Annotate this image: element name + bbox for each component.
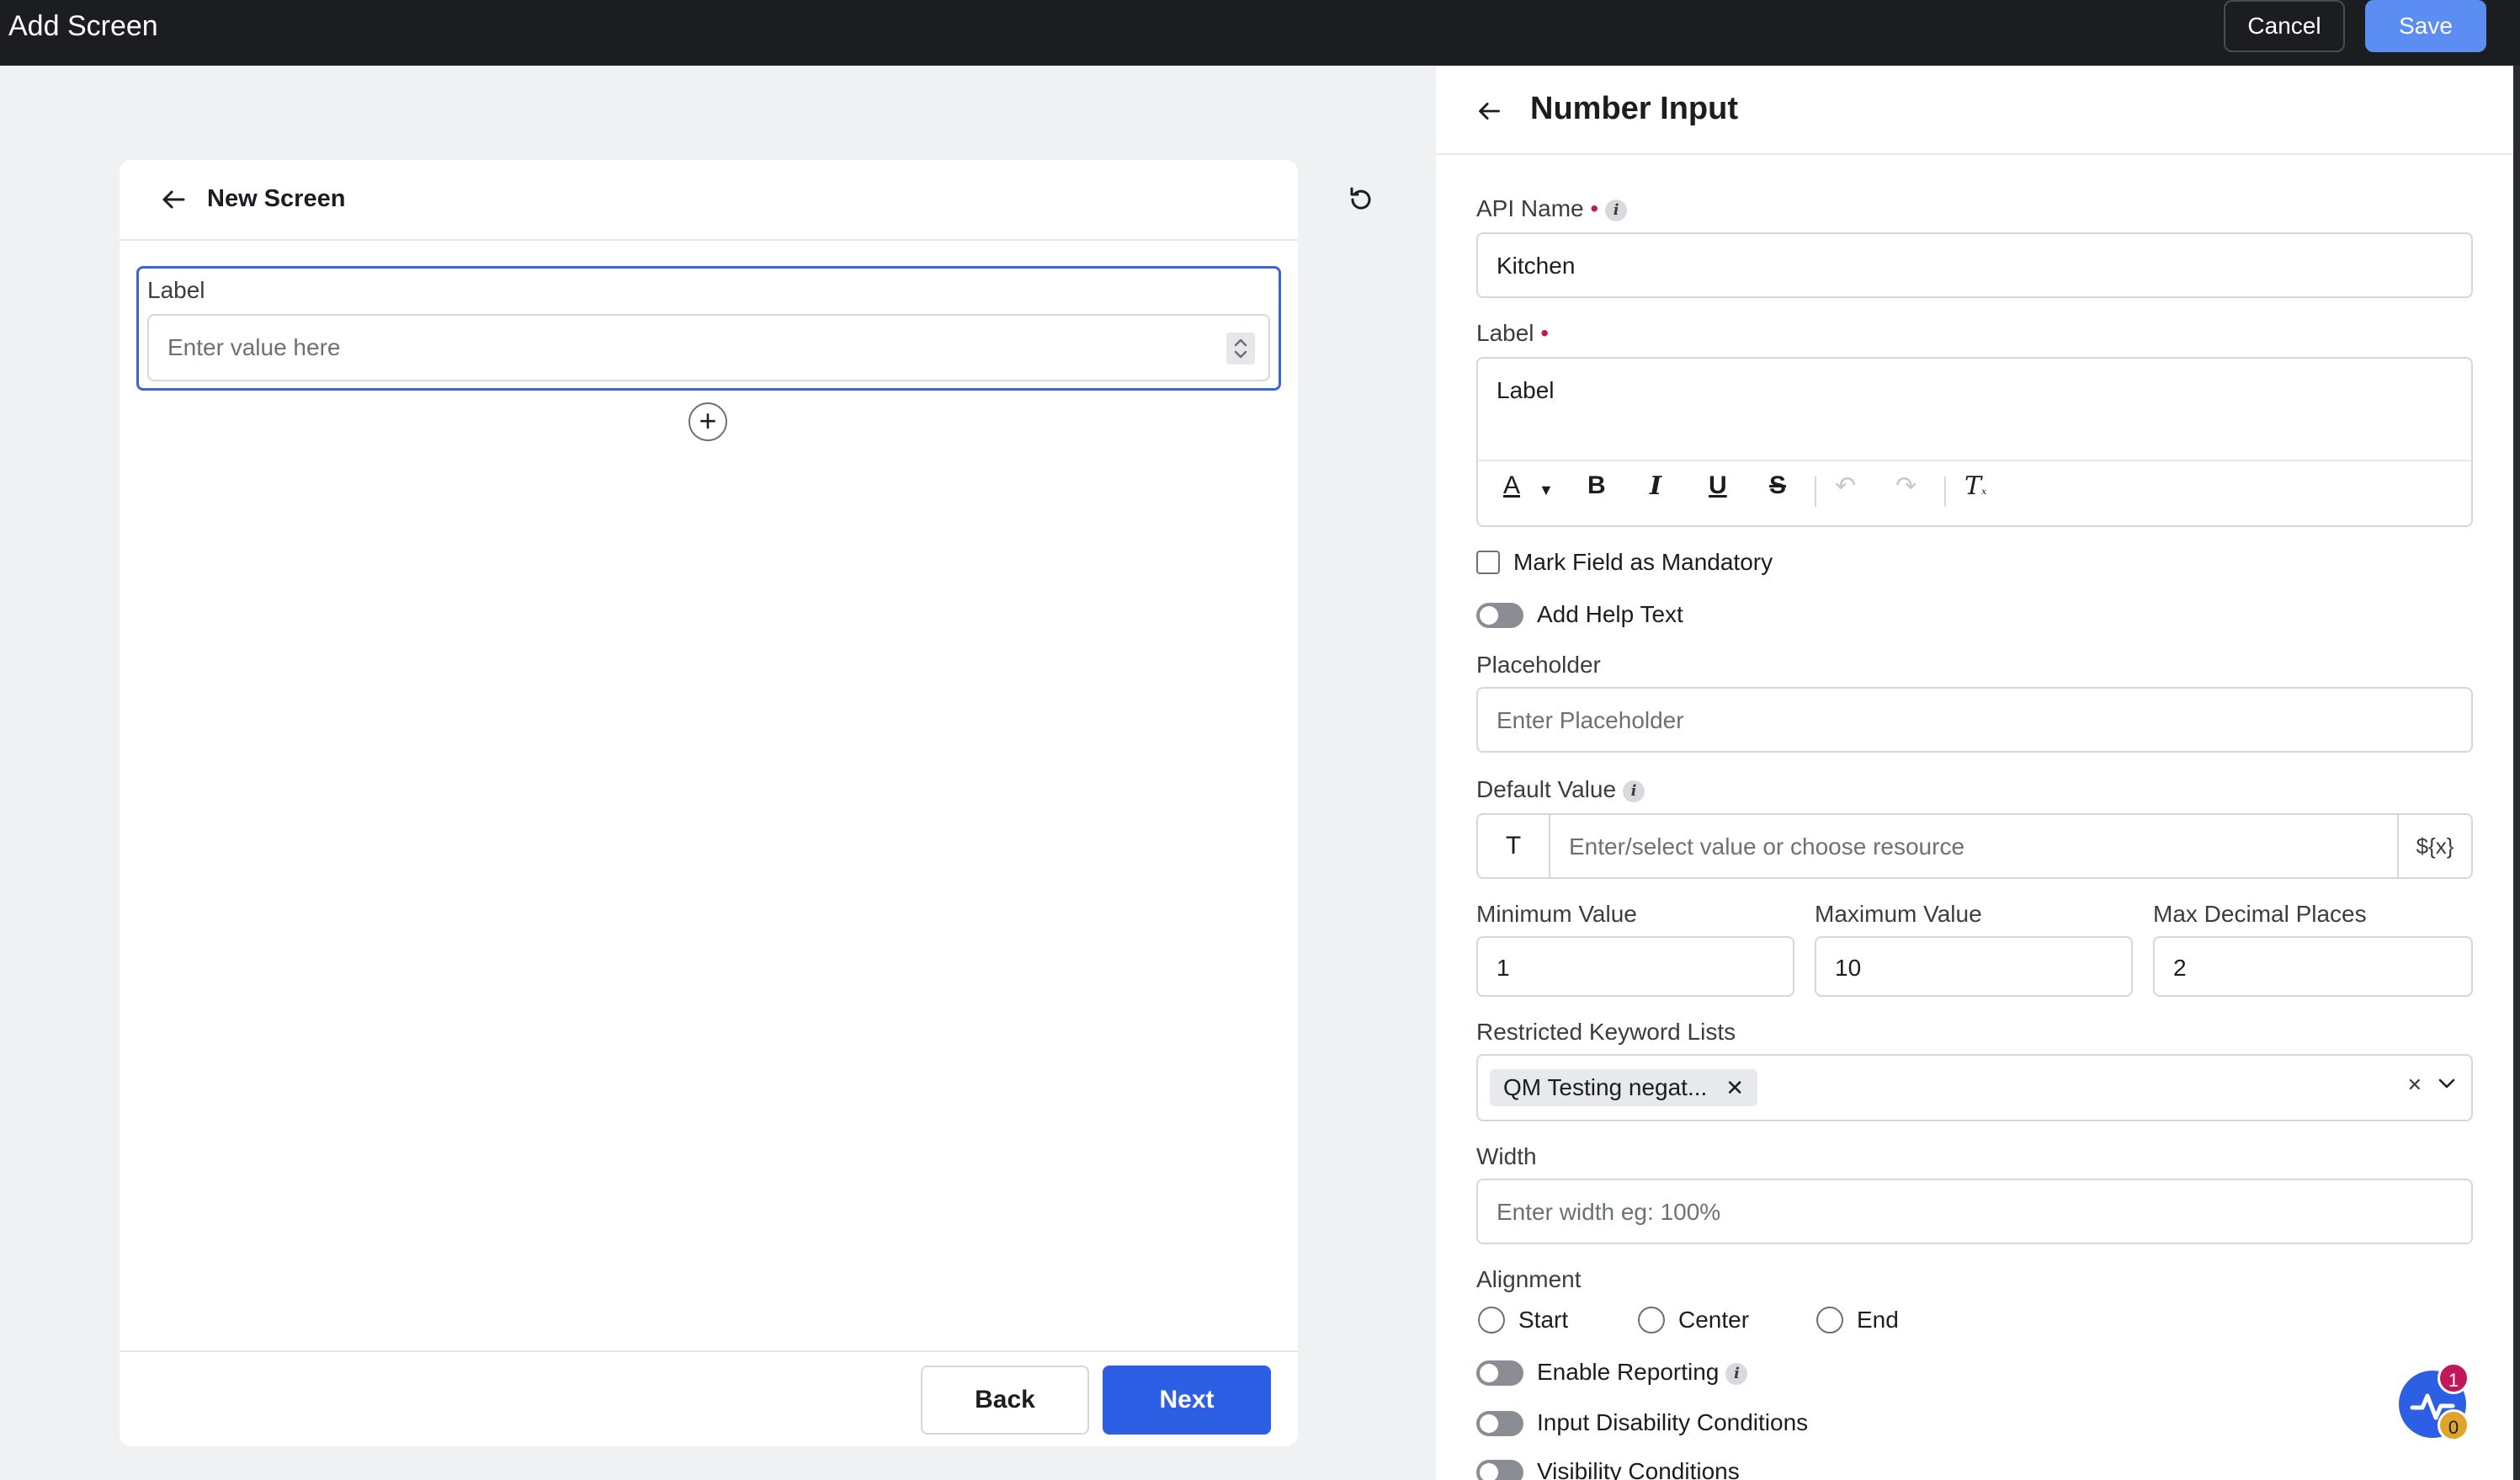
properties-panel: Number Input API Name • i Kitchen Label •…: [1436, 66, 2513, 1480]
label-field-label: Label •: [1476, 320, 1549, 347]
maximum-value: 10: [1835, 955, 1862, 981]
properties-header: Number Input: [1436, 66, 2513, 155]
maximum-value-input[interactable]: 10: [1815, 936, 2133, 997]
screen-title: New Screen: [207, 185, 346, 212]
selected-number-field[interactable]: Label Enter value here: [136, 266, 1281, 391]
enable-reporting-label-text: Enable Reporting: [1537, 1359, 1720, 1385]
api-name-label-text: API Name: [1476, 195, 1584, 221]
default-value-label: Default Value i: [1476, 776, 1645, 803]
number-input-placeholder: Enter value here: [167, 334, 341, 360]
toolbar-separator: [1944, 476, 1946, 507]
page-title: Add Screen: [8, 10, 158, 42]
alignment-start-label: Start: [1518, 1307, 1569, 1333]
visibility-conditions-label: Visibility Conditions: [1537, 1458, 1740, 1480]
placeholder-input[interactable]: Enter Placeholder: [1476, 687, 2473, 753]
enable-reporting-label: Enable Reporting i: [1537, 1359, 1748, 1386]
minimum-value: 1: [1497, 955, 1510, 981]
mandatory-checkbox[interactable]: [1476, 551, 1500, 574]
default-value-placeholder: Enter/select value or choose resource: [1569, 833, 1965, 860]
redo-icon[interactable]: ↷: [1895, 471, 1917, 501]
width-input-placeholder: Enter width eg: 100%: [1497, 1199, 1721, 1225]
back-arrow-icon[interactable]: [1471, 93, 1508, 134]
api-name-label: API Name • i: [1476, 195, 1628, 222]
editor-toolbar-divider: [1478, 460, 2471, 461]
info-icon[interactable]: i: [1623, 780, 1645, 802]
save-button[interactable]: Save: [2365, 0, 2486, 52]
toolbar-separator: [1815, 476, 1816, 507]
alignment-end-radio[interactable]: [1816, 1307, 1843, 1334]
cancel-button[interactable]: Cancel: [2224, 0, 2345, 52]
back-arrow-icon[interactable]: [155, 180, 194, 219]
panel-scrollbar[interactable]: [2513, 66, 2520, 1480]
notification-badge-red: 1: [2438, 1362, 2469, 1394]
required-marker: •: [1540, 320, 1550, 346]
visibility-conditions-toggle[interactable]: [1476, 1460, 1523, 1480]
clear-selection-icon[interactable]: ✕: [2407, 1074, 2422, 1096]
field-label: Label: [147, 277, 205, 303]
enable-reporting-toggle[interactable]: [1476, 1360, 1523, 1386]
keyword-list-tag-label: QM Testing negat...: [1503, 1074, 1708, 1100]
resource-picker-button[interactable]: ${x}: [2397, 815, 2471, 877]
minimum-value-input[interactable]: 1: [1476, 936, 1794, 997]
screen-preview-header: New Screen: [120, 160, 1371, 241]
next-button[interactable]: Next: [1103, 1366, 1271, 1435]
italic-icon[interactable]: I: [1650, 471, 1661, 501]
keyword-list-tag: QM Testing negat... ✕: [1490, 1069, 1758, 1106]
default-value-input[interactable]: T Enter/select value or choose resource …: [1476, 813, 2473, 879]
input-disability-label: Input Disability Conditions: [1537, 1409, 1809, 1435]
label-rich-text-editor[interactable]: Label A ▼ B I U S ↶ ↷ Tₓ: [1476, 357, 2473, 527]
max-decimal-input[interactable]: 2: [2153, 936, 2473, 997]
strikethrough-icon[interactable]: S: [1769, 471, 1786, 500]
minimum-value-label: Minimum Value: [1476, 901, 1637, 927]
label-field-label-text: Label: [1476, 320, 1534, 346]
mandatory-label: Mark Field as Mandatory: [1513, 549, 1773, 575]
label-editor-value: Label: [1497, 377, 1555, 403]
restricted-keyword-select[interactable]: QM Testing negat... ✕ ✕: [1476, 1054, 2473, 1121]
alignment-end-label: End: [1857, 1307, 1899, 1333]
default-value-label-text: Default Value: [1476, 776, 1617, 802]
screen-preview-card: New Screen Label Enter value here + Back…: [120, 160, 1371, 1446]
refresh-icon[interactable]: [1342, 180, 1380, 223]
info-icon[interactable]: i: [1605, 199, 1628, 221]
alignment-center-label: Center: [1678, 1307, 1750, 1333]
chevron-down-icon[interactable]: ▼: [1539, 482, 1554, 499]
input-disability-toggle[interactable]: [1476, 1411, 1523, 1436]
alignment-start-radio[interactable]: [1478, 1307, 1505, 1334]
remove-tag-icon[interactable]: ✕: [1725, 1075, 1744, 1100]
component-title: Number Input: [1530, 91, 1738, 126]
number-input[interactable]: Enter value here: [147, 314, 1270, 381]
notification-badge-yellow: 0: [2438, 1409, 2469, 1441]
alignment-label: Alignment: [1476, 1266, 1582, 1292]
value-type-selector[interactable]: T: [1478, 815, 1550, 877]
help-text-label: Add Help Text: [1537, 601, 1683, 627]
info-icon[interactable]: i: [1725, 1362, 1748, 1385]
placeholder-input-placeholder: Enter Placeholder: [1497, 707, 1684, 733]
text-color-icon[interactable]: A: [1503, 471, 1520, 500]
clear-format-icon[interactable]: Tₓ: [1964, 471, 1986, 501]
back-button[interactable]: Back: [921, 1366, 1089, 1435]
help-text-toggle[interactable]: [1476, 603, 1523, 628]
top-bar: Add Screen Cancel Save: [0, 0, 2520, 66]
api-name-input[interactable]: Kitchen: [1476, 232, 2473, 298]
undo-icon[interactable]: ↶: [1835, 471, 1856, 501]
placeholder-label: Placeholder: [1476, 652, 1601, 678]
width-input[interactable]: Enter width eg: 100%: [1476, 1179, 2473, 1244]
api-name-value: Kitchen: [1497, 253, 1576, 279]
alignment-center-radio[interactable]: [1638, 1307, 1665, 1334]
add-component-button[interactable]: +: [688, 402, 727, 441]
footer-divider: [120, 1350, 1298, 1352]
underline-icon[interactable]: U: [1709, 471, 1727, 500]
bold-icon[interactable]: B: [1587, 471, 1606, 500]
number-stepper-icon[interactable]: [1226, 333, 1255, 365]
required-marker: •: [1590, 195, 1599, 221]
width-label: Width: [1476, 1143, 1537, 1169]
max-decimal-value: 2: [2173, 955, 2187, 981]
max-decimal-label: Max Decimal Places: [2153, 901, 2367, 927]
restricted-keyword-label: Restricted Keyword Lists: [1476, 1019, 1736, 1045]
maximum-value-label: Maximum Value: [1815, 901, 1982, 927]
chevron-down-icon[interactable]: [2436, 1073, 2458, 1099]
